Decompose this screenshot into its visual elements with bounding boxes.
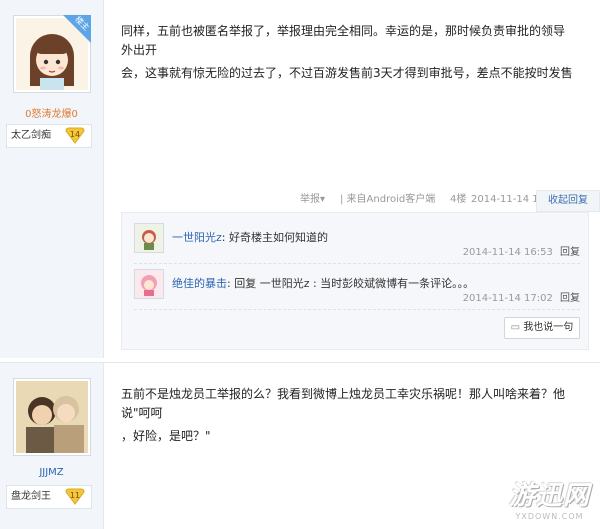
reply-meta: 2014-11-14 16:53 回复 — [463, 243, 580, 258]
author-avatar[interactable] — [13, 378, 91, 456]
author-avatar[interactable]: 楼主 — [13, 15, 91, 93]
post-floor-5: JJJMZ 盘龙剑王 11 五前不是烛龙员工举报的么？我看到微博上烛龙员工幸灾乐… — [0, 362, 600, 529]
level-badge: 11 — [65, 488, 85, 505]
watermark-text: 游迅网 — [508, 481, 590, 511]
reply-time: 2014-11-14 16:53 — [462, 247, 553, 258]
level-number: 11 — [70, 491, 80, 500]
rank-title: 盘龙剑王 11 — [6, 485, 92, 509]
rank-label: 盘龙剑王 — [11, 491, 51, 502]
content-line: ，好险，是吧？" — [121, 429, 211, 443]
level-number: 14 — [70, 130, 80, 139]
post-floor-4: 楼主 0怒涛龙爆0 太乙剑痴 14 同样，五前也被匿名举报了，举报理由完全相同。… — [0, 0, 600, 358]
reply-divider — [134, 263, 580, 264]
watermark-logo: 游迅网 YXDOWN.COM — [509, 475, 590, 521]
reply-message: 好奇楼主如何知道的 — [225, 231, 328, 244]
content-line: 会，这事就有惊无险的过去了，不过百游发售前3天才得到审批号，差点不能按时发售 — [121, 66, 573, 80]
author-sidebar: JJJMZ 盘龙剑王 11 — [0, 363, 104, 529]
post-content: 五前不是烛龙员工举报的么？我看到微博上烛龙员工幸灾乐祸呢！那人叫啥来着？他说"呵… — [121, 385, 576, 446]
reply-username[interactable]: 一世阳光z — [172, 231, 222, 244]
reply-button[interactable]: 回复 — [560, 247, 580, 258]
reply-meta: 2014-11-14 17:02 回复 — [463, 289, 580, 304]
reply-button[interactable]: 回复 — [560, 293, 580, 304]
level-badge: 14 — [65, 127, 85, 144]
add-comment-button[interactable]: ▭ 我也说一句 — [504, 317, 580, 339]
collapse-replies-button[interactable]: 收起回复 — [536, 190, 600, 212]
reply-time: 2014-11-14 17:02 — [462, 293, 553, 304]
owner-badge: 楼主 — [63, 15, 91, 43]
floor-number: 4楼 — [450, 194, 467, 205]
content-line: 同样，五前也被匿名举报了，举报理由完全相同。幸运的是，那时候负责审批的领导外出开 — [121, 24, 566, 57]
reply-box: 一世阳光z: 好奇楼主如何知道的 2014-11-14 16:53 回复 绝佳的… — [121, 212, 589, 350]
reply-message: 回复 一世阳光z : 当时彭皎斌微博有一条评论。。。 — [230, 277, 475, 290]
content-line: 五前不是烛龙员工举报的么？我看到微博上烛龙员工幸灾乐祸呢！那人叫啥来着？他说"呵… — [121, 387, 566, 420]
report-link[interactable]: 举报▾ — [300, 190, 325, 210]
author-sidebar: 楼主 0怒涛龙爆0 太乙剑痴 14 — [0, 0, 104, 358]
post-meta: 举报▾ | 来自Android客户端 4楼 2014-11-14 11:30 收… — [300, 190, 600, 212]
post-content: 同样，五前也被匿名举报了，举报理由完全相同。幸运的是，那时候负责审批的领导外出开… — [121, 22, 576, 83]
reply-text: 一世阳光z: 好奇楼主如何知道的 — [172, 231, 328, 244]
author-name[interactable]: 0怒涛龙爆0 — [0, 105, 103, 120]
post-source: | 来自Android客户端 — [340, 194, 436, 205]
add-comment-label: 我也说一句 — [523, 322, 574, 333]
reply-divider — [134, 309, 580, 310]
reply-username[interactable]: 绝佳的暴击 — [172, 277, 227, 290]
reply-item: 绝佳的暴击: 回复 一世阳光z : 当时彭皎斌微博有一条评论。。。 2014-1… — [134, 269, 580, 307]
reply-text: 绝佳的暴击: 回复 一世阳光z : 当时彭皎斌微博有一条评论。。。 — [172, 277, 475, 290]
rank-label: 太乙剑痴 — [11, 130, 51, 141]
author-name[interactable]: JJJMZ — [0, 467, 103, 478]
avatar-image — [16, 381, 88, 453]
reply-avatar[interactable] — [134, 269, 164, 299]
reply-item: 一世阳光z: 好奇楼主如何知道的 2014-11-14 16:53 回复 — [134, 223, 580, 261]
rank-title: 太乙剑痴 14 — [6, 124, 92, 148]
watermark-subtext: YXDOWN.COM — [515, 512, 584, 521]
comment-icon: ▭ — [510, 322, 521, 333]
reply-avatar[interactable] — [134, 223, 164, 253]
